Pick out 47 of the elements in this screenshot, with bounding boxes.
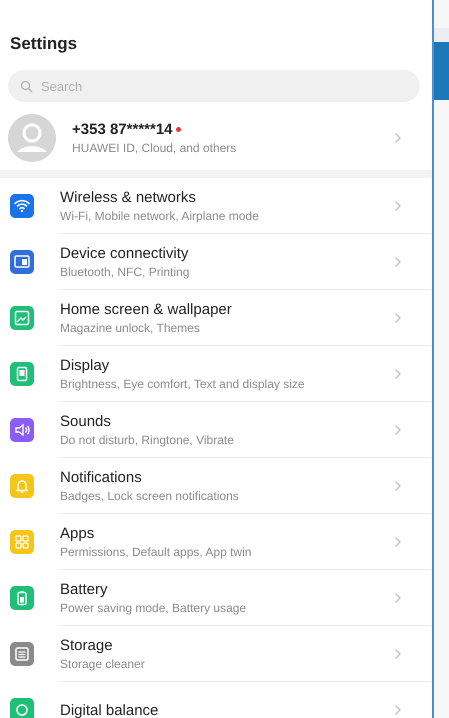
- settings-item[interactable]: Digital balance: [0, 682, 432, 718]
- account-row[interactable]: +353 87*****14 HUAWEI ID, Cloud, and others: [0, 106, 432, 170]
- item-title: Sounds: [60, 412, 112, 430]
- item-subtitle: Do not disturb, Ringtone, Vibrate: [60, 432, 235, 446]
- item-title: Display: [60, 356, 110, 374]
- settings-item[interactable]: Notifications Badges, Lock screen notifications: [0, 458, 432, 514]
- item-title: Storage: [60, 636, 114, 654]
- side-panel: [434, 28, 449, 100]
- page-title: Settings: [9, 33, 78, 55]
- account-number: +353 87*****14: [72, 121, 173, 138]
- item-title: Apps: [60, 524, 96, 542]
- item-subtitle: Bluetooth, NFC, Printing: [60, 264, 190, 278]
- item-title: Battery: [60, 580, 109, 598]
- item-title: Device connectivity: [60, 244, 190, 262]
- chevron-icon: [394, 480, 402, 492]
- search-field[interactable]: Search: [8, 70, 420, 102]
- item-title: Digital balance: [60, 702, 160, 718]
- chevron-icon: [394, 704, 402, 716]
- item-subtitle: Badges, Lock screen notifications: [60, 488, 240, 502]
- chevron-icon: [394, 424, 402, 436]
- chevron-icon: [394, 536, 402, 548]
- chevron-icon: [394, 368, 402, 380]
- item-subtitle: Power saving mode, Battery usage: [60, 600, 248, 614]
- settings-item[interactable]: Home screen & wallpaper Magazine unlock, Themes: [0, 290, 432, 346]
- chevron-icon: [394, 648, 402, 660]
- chevron-icon: [394, 200, 402, 212]
- chevron-icon: [394, 132, 402, 144]
- settings-item[interactable]: Sounds Do not disturb, Ringtone, Vibrate: [0, 402, 432, 458]
- settings-item[interactable]: Storage Storage cleaner: [0, 626, 432, 682]
- chevron-icon: [394, 592, 402, 604]
- item-title: Notifications: [60, 468, 143, 486]
- item-subtitle: Permissions, Default apps, App twin: [60, 544, 252, 558]
- settings-item[interactable]: Display Brightness, Eye comfort, Text and display size: [0, 346, 432, 402]
- settings-item[interactable]: Wireless & networks Wi-Fi, Mobile network, Airplane mode: [0, 178, 432, 234]
- item-title: Home screen & wallpaper: [60, 300, 233, 318]
- item-subtitle: Brightness, Eye comfort, Text and display size: [60, 376, 306, 390]
- chevron-icon: [394, 256, 402, 268]
- settings-item[interactable]: Apps Permissions, Default apps, App twin: [0, 514, 432, 570]
- avatar-icon: [8, 114, 56, 162]
- item-subtitle: Magazine unlock, Themes: [60, 320, 201, 334]
- chevron-icon: [394, 312, 402, 324]
- item-subtitle: Storage cleaner: [60, 656, 146, 670]
- settings-item[interactable]: Device connectivity Bluetooth, NFC, Printing: [0, 234, 432, 290]
- settings-item[interactable]: Battery Power saving mode, Battery usage: [0, 570, 432, 626]
- item-title: Wireless & networks: [60, 188, 197, 206]
- item-subtitle: Wi-Fi, Mobile network, Airplane mode: [60, 208, 260, 222]
- account-subtitle: HUAWEI ID, Cloud, and others: [72, 141, 238, 155]
